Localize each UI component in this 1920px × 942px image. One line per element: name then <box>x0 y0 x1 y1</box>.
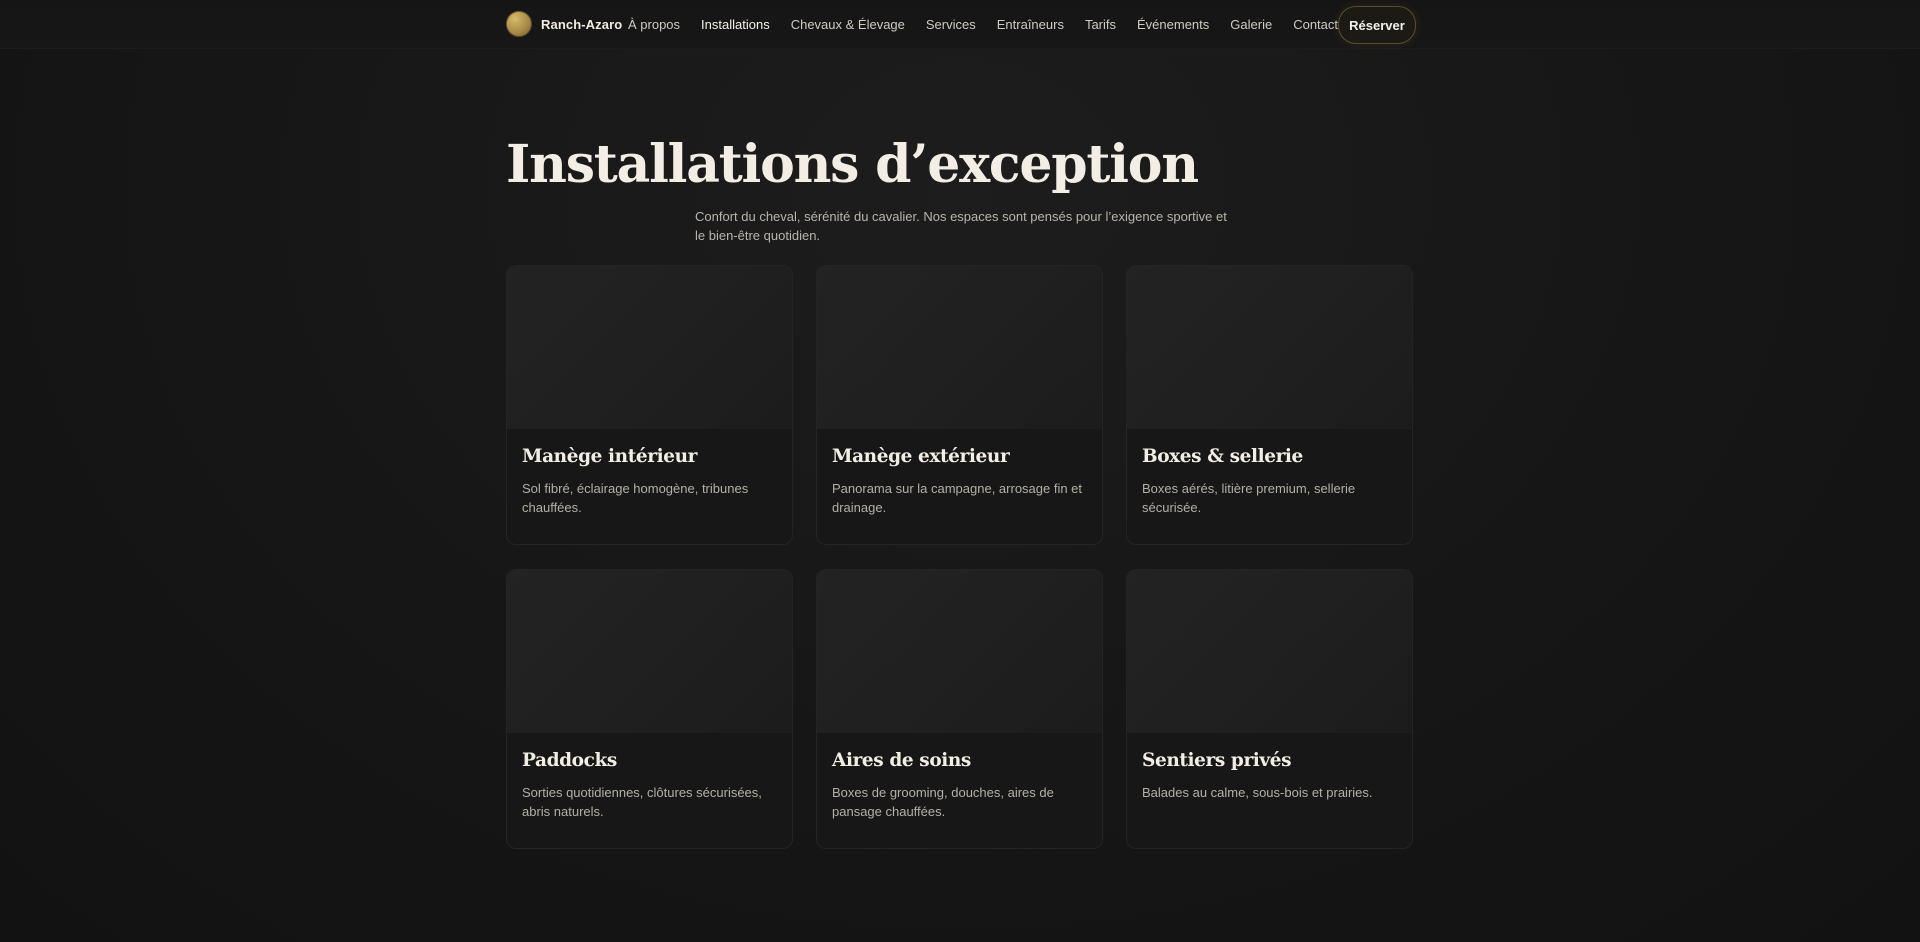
page-title: Installations d’exception <box>506 134 1199 195</box>
brand-name: Ranch-Azaro <box>541 16 623 32</box>
card-title: Manège intérieur <box>522 446 697 467</box>
card-image <box>1127 266 1412 429</box>
card-title: Sentiers privés <box>1142 750 1292 771</box>
nav-item-tarifs[interactable]: Tarifs <box>1085 17 1116 32</box>
page-subtitle: Confort du cheval, sérénité du cavalier.… <box>695 209 1227 243</box>
card-description: Panorama sur la campagne, arrosage fin e… <box>832 481 1083 515</box>
facility-card[interactable]: Sentiers privés Balades au calme, sous-b… <box>1126 569 1413 849</box>
card-image <box>1127 570 1412 733</box>
card-description: Boxes aérés, litière premium, sellerie s… <box>1142 481 1356 515</box>
card-description: Sorties quotidiennes, clôtures sécurisée… <box>522 785 762 819</box>
nav-item-a-propos[interactable]: À propos <box>628 17 680 32</box>
facility-card[interactable]: Aires de soins Boxes de grooming, douche… <box>816 569 1103 849</box>
card-description: Sol fibré, éclairage homogène, tribunes … <box>522 481 749 515</box>
card-title: Aires de soins <box>832 750 971 771</box>
nav-item-galerie[interactable]: Galerie <box>1230 17 1272 32</box>
site-header: Ranch-Azaro À propos Installations Cheva… <box>0 0 1920 49</box>
brand-logo-icon <box>506 11 532 37</box>
nav-item-contact[interactable]: Contact <box>1293 17 1338 32</box>
card-title: Paddocks <box>522 750 617 771</box>
main-nav: À propos Installations Chevaux & Élevage… <box>628 0 1359 48</box>
card-image <box>507 570 792 733</box>
facility-card[interactable]: Manège intérieur Sol fibré, éclairage ho… <box>506 265 793 545</box>
reserve-button[interactable]: Réserver <box>1338 6 1416 44</box>
nav-item-evenements[interactable]: Événements <box>1137 17 1209 32</box>
nav-item-chevaux-elevage[interactable]: Chevaux & Élevage <box>791 17 905 32</box>
card-image <box>817 570 1102 733</box>
facility-card[interactable]: Boxes & sellerie Boxes aérés, litière pr… <box>1126 265 1413 545</box>
card-description: Balades au calme, sous-bois et prairies. <box>1142 785 1373 800</box>
card-description: Boxes de grooming, douches, aires de pan… <box>832 785 1054 819</box>
nav-item-entraineurs[interactable]: Entraîneurs <box>997 17 1064 32</box>
nav-item-services[interactable]: Services <box>926 17 976 32</box>
card-title: Boxes & sellerie <box>1142 446 1303 467</box>
card-title: Manège extérieur <box>832 446 1010 467</box>
card-image <box>507 266 792 429</box>
facility-card[interactable]: Manège extérieur Panorama sur la campagn… <box>816 265 1103 545</box>
nav-item-installations[interactable]: Installations <box>701 17 770 32</box>
brand-link[interactable]: Ranch-Azaro <box>506 11 622 37</box>
facility-card[interactable]: Paddocks Sorties quotidiennes, clôtures … <box>506 569 793 849</box>
card-image <box>817 266 1102 429</box>
